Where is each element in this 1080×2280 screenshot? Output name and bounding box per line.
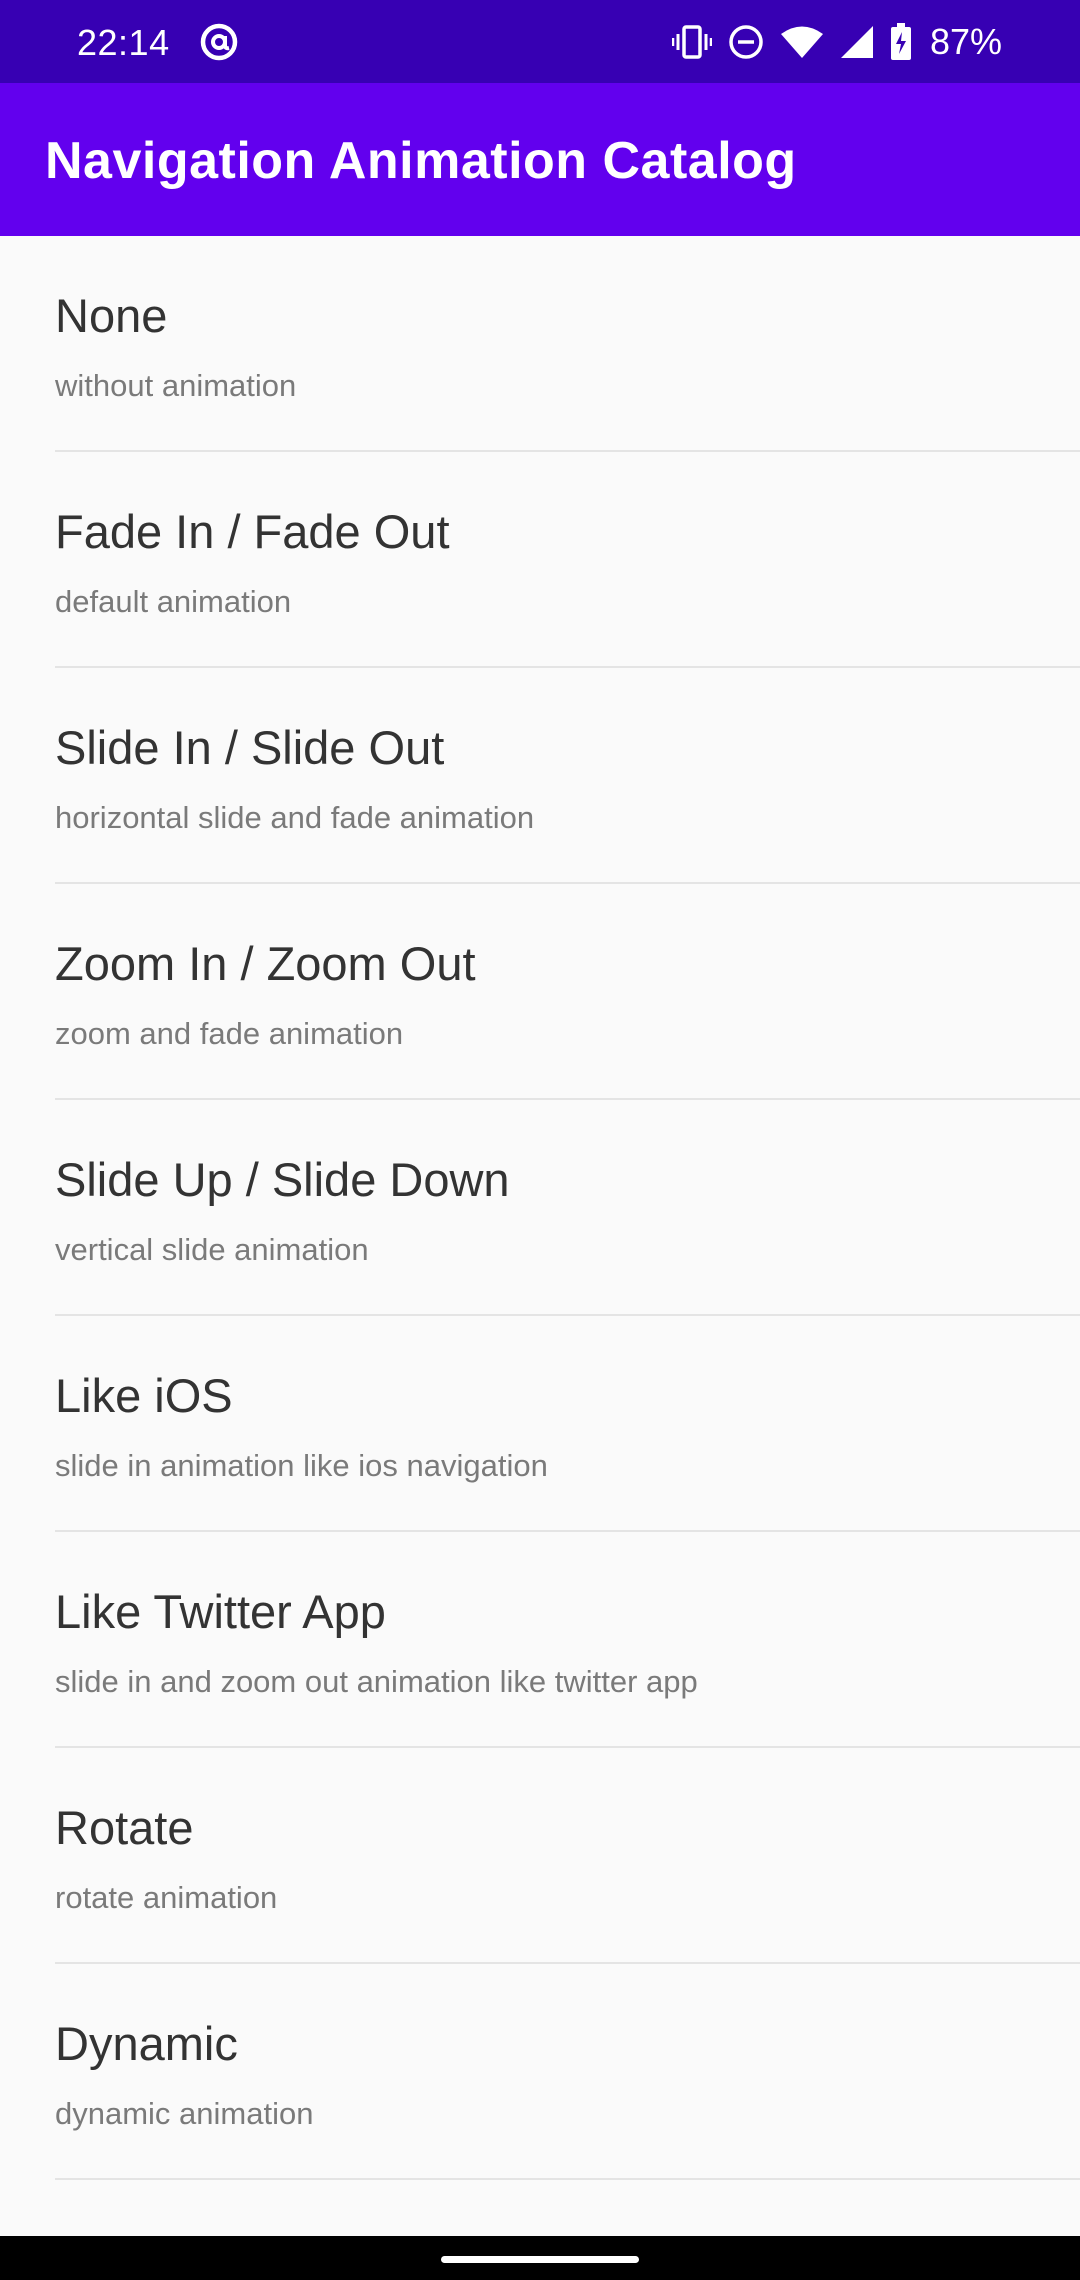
list-item-title: Dynamic	[55, 2017, 238, 2070]
list-item-title: Like iOS	[55, 1369, 233, 1422]
list-item-subtitle: default animation	[55, 584, 292, 619]
list-item-rotate[interactable]: Rotate rotate animation	[0, 1748, 1080, 1964]
list-item-title: Fade In / Fade Out	[55, 505, 450, 558]
list-item-like-ios[interactable]: Like iOS slide in animation like ios nav…	[0, 1316, 1080, 1532]
list-item-slide-vertical[interactable]: Slide Up / Slide Down vertical slide ani…	[0, 1100, 1080, 1316]
list-item-title: Zoom In / Zoom Out	[55, 937, 476, 990]
at-sign-icon	[198, 21, 240, 63]
list-item-title: Like Twitter App	[55, 1585, 386, 1638]
do-not-disturb-icon	[728, 24, 764, 60]
home-gesture-handle[interactable]	[441, 2256, 639, 2263]
list-item-title: Rotate	[55, 1801, 194, 1854]
list-item-none[interactable]: None without animation	[0, 236, 1080, 452]
list-item-subtitle: vertical slide animation	[55, 1232, 369, 1267]
list-item-title: None	[55, 289, 168, 342]
battery-charging-icon	[890, 23, 912, 61]
system-nav-bar	[0, 2236, 1080, 2280]
status-icons: 87%	[671, 20, 1002, 64]
list-item-subtitle: without animation	[55, 368, 297, 403]
list-item-fade[interactable]: Fade In / Fade Out default animation	[0, 452, 1080, 668]
list-item-subtitle: horizontal slide and fade animation	[55, 800, 535, 835]
divider	[55, 2178, 1080, 2180]
list-item-subtitle: rotate animation	[55, 1880, 278, 1915]
list-item-like-twitter[interactable]: Like Twitter App slide in and zoom out a…	[0, 1532, 1080, 1748]
list-item-subtitle: dynamic animation	[55, 2096, 314, 2131]
list-item-subtitle: slide in and zoom out animation like twi…	[55, 1664, 698, 1699]
list-item-subtitle: zoom and fade animation	[55, 1016, 404, 1051]
animation-list: None without animation Fade In / Fade Ou…	[0, 236, 1080, 2180]
wifi-icon	[780, 25, 824, 59]
vibrate-icon	[671, 24, 712, 60]
list-item-zoom[interactable]: Zoom In / Zoom Out zoom and fade animati…	[0, 884, 1080, 1100]
list-item-title: Slide Up / Slide Down	[55, 1153, 510, 1206]
list-item-subtitle: slide in animation like ios navigation	[55, 1448, 548, 1483]
status-bar: 22:14 87%	[0, 0, 1080, 83]
signal-icon	[840, 25, 874, 59]
app-bar: Navigation Animation Catalog	[0, 83, 1080, 236]
list-item-dynamic[interactable]: Dynamic dynamic animation	[0, 1964, 1080, 2180]
list-item-slide[interactable]: Slide In / Slide Out horizontal slide an…	[0, 668, 1080, 884]
app-title: Navigation Animation Catalog	[45, 132, 797, 190]
battery-percent: 87%	[929, 21, 1002, 62]
status-time: 22:14	[77, 22, 170, 63]
list-item-title: Slide In / Slide Out	[55, 721, 445, 774]
